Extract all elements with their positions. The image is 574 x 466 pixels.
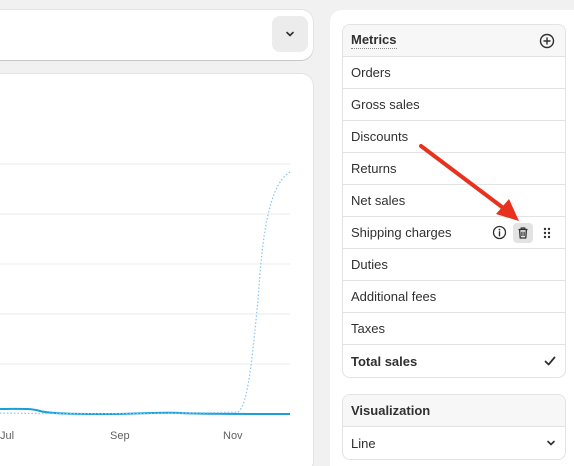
- trash-icon: [518, 226, 528, 239]
- add-metric-button[interactable]: [537, 31, 557, 51]
- metric-row-net-sales[interactable]: Net sales: [343, 185, 565, 217]
- metric-row-duties[interactable]: Duties: [343, 249, 565, 281]
- metric-label: Total sales: [351, 353, 418, 369]
- checkmark-icon: [544, 356, 556, 366]
- metric-row-total-sales[interactable]: Total sales: [343, 345, 565, 377]
- drag-handle[interactable]: [537, 223, 557, 243]
- metric-label: Shipping charges: [351, 225, 452, 240]
- x-axis-label: Nov: [223, 430, 243, 442]
- visualization-header: Visualization: [343, 395, 565, 427]
- visualization-select[interactable]: Line: [343, 427, 565, 459]
- metric-row-returns[interactable]: Returns: [343, 153, 565, 185]
- series-line-dotted: [0, 171, 291, 415]
- metric-label: Additional fees: [351, 289, 437, 304]
- metric-row-taxes[interactable]: Taxes: [343, 313, 565, 345]
- delete-metric-button[interactable]: [513, 222, 533, 243]
- metric-label: Orders: [351, 65, 391, 80]
- drag-handle-icon: [543, 227, 551, 238]
- metric-row-shipping-charges[interactable]: Shipping charges: [343, 217, 565, 249]
- metric-row-gross-sales[interactable]: Gross sales: [343, 89, 565, 121]
- metrics-header: Metrics: [343, 25, 565, 57]
- metric-row-orders[interactable]: Orders: [343, 57, 565, 89]
- plus-circle-icon: [539, 33, 555, 48]
- metric-label: Returns: [351, 161, 397, 176]
- info-button[interactable]: [489, 223, 509, 243]
- metric-row-discounts[interactable]: Discounts: [343, 121, 565, 153]
- metrics-panel: Metrics Orders Gross sales Discounts Ret…: [342, 24, 566, 378]
- x-axis-label: Jul: [0, 430, 15, 442]
- info-icon: [492, 225, 506, 240]
- metric-label: Discounts: [351, 129, 409, 144]
- line-chart: [0, 163, 291, 416]
- metric-label: Gross sales: [351, 97, 420, 112]
- x-axis-label: Sep: [110, 430, 130, 442]
- metric-label: Taxes: [351, 321, 385, 336]
- metric-label: Net sales: [351, 193, 406, 208]
- visualization-panel: Visualization Line: [342, 394, 566, 460]
- visualization-title: Visualization: [351, 403, 431, 418]
- gridlines: [0, 163, 290, 365]
- visualization-value: Line: [351, 435, 376, 451]
- metric-label: Duties: [351, 257, 388, 272]
- metrics-title: Metrics: [351, 32, 397, 49]
- chevron-down-icon: [547, 440, 555, 446]
- metric-row-additional-fees[interactable]: Additional fees: [343, 281, 565, 313]
